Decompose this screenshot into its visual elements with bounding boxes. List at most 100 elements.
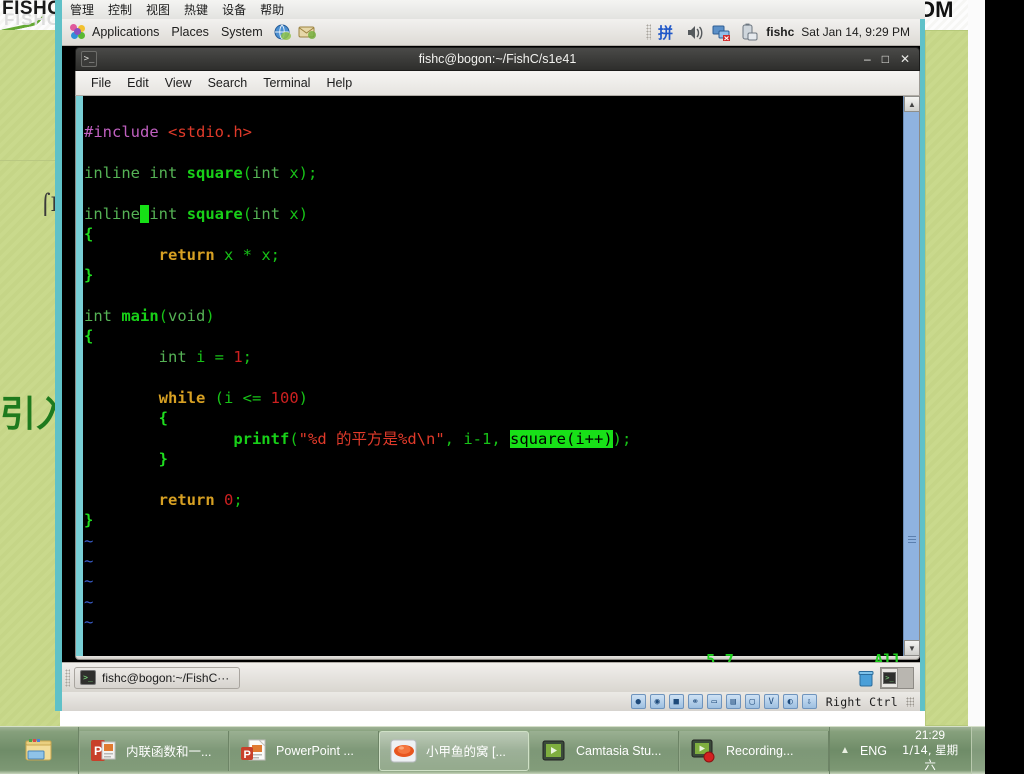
- quick-launch-area[interactable]: [0, 727, 80, 774]
- terminal-menu-file[interactable]: File: [84, 75, 118, 91]
- code-brace-open-1: {: [84, 225, 94, 244]
- powerpoint-icon: P: [240, 738, 268, 764]
- scroll-down-arrow-icon[interactable]: ▼: [904, 640, 920, 656]
- web-browser-icon[interactable]: [273, 23, 293, 41]
- code-while-cond-close: ): [298, 388, 309, 407]
- svg-text:P: P: [94, 744, 102, 758]
- panel-drag-grip[interactable]: [646, 24, 652, 40]
- trash-icon[interactable]: [856, 668, 876, 688]
- windows-explorer-icon[interactable]: [22, 736, 56, 766]
- code-decl-i: i =: [196, 347, 234, 366]
- virtualbox-icon: [390, 738, 418, 764]
- close-button[interactable]: ✕: [900, 53, 910, 65]
- code-brace-close-1: }: [84, 266, 94, 285]
- code-proto-argname: x);: [280, 164, 318, 183]
- scrollbar-grip[interactable]: [908, 536, 916, 543]
- vim-empty-line-marker: ~: [84, 613, 94, 632]
- vbox-menu-hotkey[interactable]: 热键: [184, 1, 208, 18]
- gnome-menu-applications[interactable]: Applications: [86, 25, 165, 39]
- taskbar-button-ppt-inline[interactable]: P 内联函数和一...: [79, 730, 230, 771]
- vim-empty-line-marker: ~: [84, 572, 94, 591]
- applications-menu-icon[interactable]: [70, 24, 86, 40]
- terminal-icon: >_: [80, 670, 96, 685]
- terminal-menu-terminal[interactable]: Terminal: [256, 75, 317, 91]
- workspace-1[interactable]: >_: [881, 667, 898, 688]
- code-while-cond-open: (i <=: [214, 388, 271, 407]
- code-main-paren: ): [205, 307, 215, 326]
- code-kw-return-2: return: [158, 490, 215, 509]
- terminal-menu-view[interactable]: View: [158, 75, 199, 91]
- code-printf-close: );: [612, 429, 632, 448]
- display-icon[interactable]: ▤: [725, 694, 741, 709]
- bottom-panel-grip[interactable]: [65, 668, 70, 687]
- input-method-icon[interactable]: 拼: [658, 23, 678, 42]
- shared-folder-icon[interactable]: ▭: [706, 694, 722, 709]
- volume-icon[interactable]: [685, 23, 705, 42]
- hard-disk-icon[interactable]: ●: [630, 694, 646, 709]
- optical-disk-icon[interactable]: ◉: [649, 694, 665, 709]
- virtualbox-menubar[interactable]: 管理 控制 视图 热键 设备 帮助: [62, 0, 925, 19]
- battery-icon[interactable]: [739, 23, 759, 42]
- email-icon[interactable]: [297, 23, 317, 41]
- taskbar-button-virtualbox[interactable]: 小甲鱼的窝 [...: [379, 730, 530, 771]
- code-brace-open-3: {: [158, 409, 168, 428]
- gnome-clock[interactable]: Sat Jan 14, 9:29 PM: [801, 25, 910, 39]
- show-desktop-button[interactable]: [971, 727, 985, 774]
- gnome-taskbar-item-terminal[interactable]: >_ fishc@bogon:~/FishC···: [74, 666, 241, 689]
- terminal-menu-search[interactable]: Search: [201, 75, 255, 91]
- vbox-menu-control[interactable]: 控制: [108, 1, 132, 18]
- gnome-menu-places[interactable]: Places: [165, 25, 215, 39]
- terminal-window-controls: – □ ✕: [864, 53, 919, 65]
- vbox-menu-devices[interactable]: 设备: [222, 1, 246, 18]
- code-proto-args: (: [242, 164, 253, 183]
- bottom-panel-right: >_: [856, 666, 920, 689]
- terminal-body[interactable]: #include <stdio.h> inline int square(int…: [75, 96, 920, 669]
- terminal-menubar[interactable]: File Edit View Search Terminal Help: [75, 71, 920, 96]
- taskbar-button-camtasia[interactable]: Camtasia Stu...: [529, 730, 680, 771]
- window-resize-grip[interactable]: [906, 696, 914, 707]
- gnome-menu-system[interactable]: System: [215, 25, 269, 39]
- maximize-button[interactable]: □: [882, 53, 889, 65]
- vbox-menu-manage[interactable]: 管理: [70, 1, 94, 18]
- network-disconnected-icon[interactable]: [712, 23, 732, 42]
- taskbar-button-powerpoint[interactable]: P PowerPoint ...: [229, 730, 380, 771]
- gnome-taskbar-item-label: fishc@bogon:~/FishC···: [102, 670, 230, 685]
- vbox-menu-help[interactable]: 帮助: [260, 1, 284, 18]
- terminal-scrollbar[interactable]: ▲ ▼: [903, 96, 920, 656]
- code-main-void: void: [168, 307, 206, 326]
- minimize-button[interactable]: –: [864, 53, 871, 65]
- host-key-icon[interactable]: ⇩: [801, 694, 817, 709]
- scroll-up-arrow-icon[interactable]: ▲: [904, 96, 920, 112]
- code-kw-inline-1: inline int: [84, 164, 178, 183]
- mouse-integration-icon[interactable]: ◐: [782, 694, 798, 709]
- terminal-titlebar[interactable]: >_ fishc@bogon:~/FishC/s1e41 – □ ✕: [75, 47, 920, 71]
- vim-cursor: [140, 205, 150, 224]
- code-def-argname: x): [280, 205, 309, 224]
- desktop-black-gutter: [985, 0, 1024, 774]
- code-while-limit: 100: [270, 388, 299, 407]
- usb-icon[interactable]: ⚭: [687, 694, 703, 709]
- gnome-panel-tray: 拼 fishc Sat Jan 14, 9:29 PM: [646, 23, 920, 42]
- vbox-menu-view[interactable]: 视图: [146, 1, 170, 18]
- terminal-menu-help[interactable]: Help: [319, 75, 359, 91]
- vim-selected-text[interactable]: square(i++): [510, 429, 613, 448]
- terminal-bottom-frame: [75, 656, 920, 660]
- code-decl-value: 1: [233, 347, 243, 366]
- code-return-semi: ;: [233, 490, 243, 509]
- taskbar-button-label: 内联函数和一...: [126, 745, 212, 759]
- video-capture-icon[interactable]: ▢: [744, 694, 760, 709]
- vim-editor-content[interactable]: #include <stdio.h> inline int square(int…: [83, 96, 903, 656]
- network-icon[interactable]: ■: [668, 694, 684, 709]
- terminal-menu-edit[interactable]: Edit: [120, 75, 156, 91]
- taskbar-clock[interactable]: 21:29 1/14, 星期六: [897, 728, 963, 773]
- virtualization-icon[interactable]: V: [763, 694, 779, 709]
- terminal-title: fishc@bogon:~/FishC/s1e41: [418, 52, 577, 66]
- workspace-switcher[interactable]: >_: [880, 666, 914, 689]
- current-user-label[interactable]: fishc: [766, 25, 794, 39]
- code-decl-semi: ;: [242, 347, 253, 366]
- code-fn-main: main: [121, 307, 159, 326]
- slide-left-green-panel: [0, 30, 60, 726]
- taskbar-button-recording[interactable]: Recording...: [679, 730, 830, 771]
- show-hidden-icons-button[interactable]: ▲: [840, 745, 850, 756]
- language-indicator[interactable]: ENG: [860, 744, 887, 758]
